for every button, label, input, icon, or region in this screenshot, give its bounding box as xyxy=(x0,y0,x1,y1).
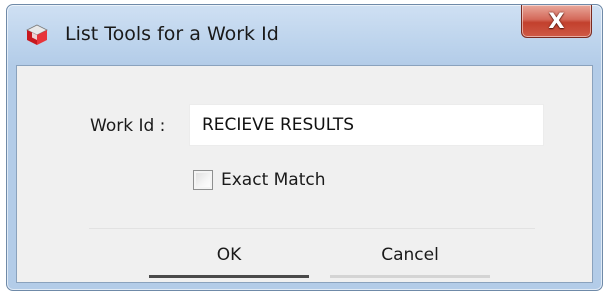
cancel-button[interactable]: Cancel xyxy=(330,234,490,278)
work-id-label: Work Id : xyxy=(90,116,166,136)
window-title: List Tools for a Work Id xyxy=(65,23,279,45)
app-cube-icon xyxy=(25,23,49,47)
exact-match-checkbox[interactable] xyxy=(193,170,213,190)
button-separator xyxy=(89,228,535,229)
ok-button[interactable]: OK xyxy=(149,234,309,278)
dialog-body: Work Id : Exact Match OK Cancel xyxy=(16,65,593,283)
dialog-window: List Tools for a Work Id X Work Id : Exa… xyxy=(6,4,603,291)
work-id-input[interactable] xyxy=(189,104,544,146)
exact-match-option[interactable]: Exact Match xyxy=(193,168,326,192)
close-icon: X xyxy=(548,8,565,33)
close-button[interactable]: X xyxy=(521,5,592,38)
exact-match-label: Exact Match xyxy=(221,170,326,190)
title-bar[interactable]: List Tools for a Work Id X xyxy=(7,5,602,65)
